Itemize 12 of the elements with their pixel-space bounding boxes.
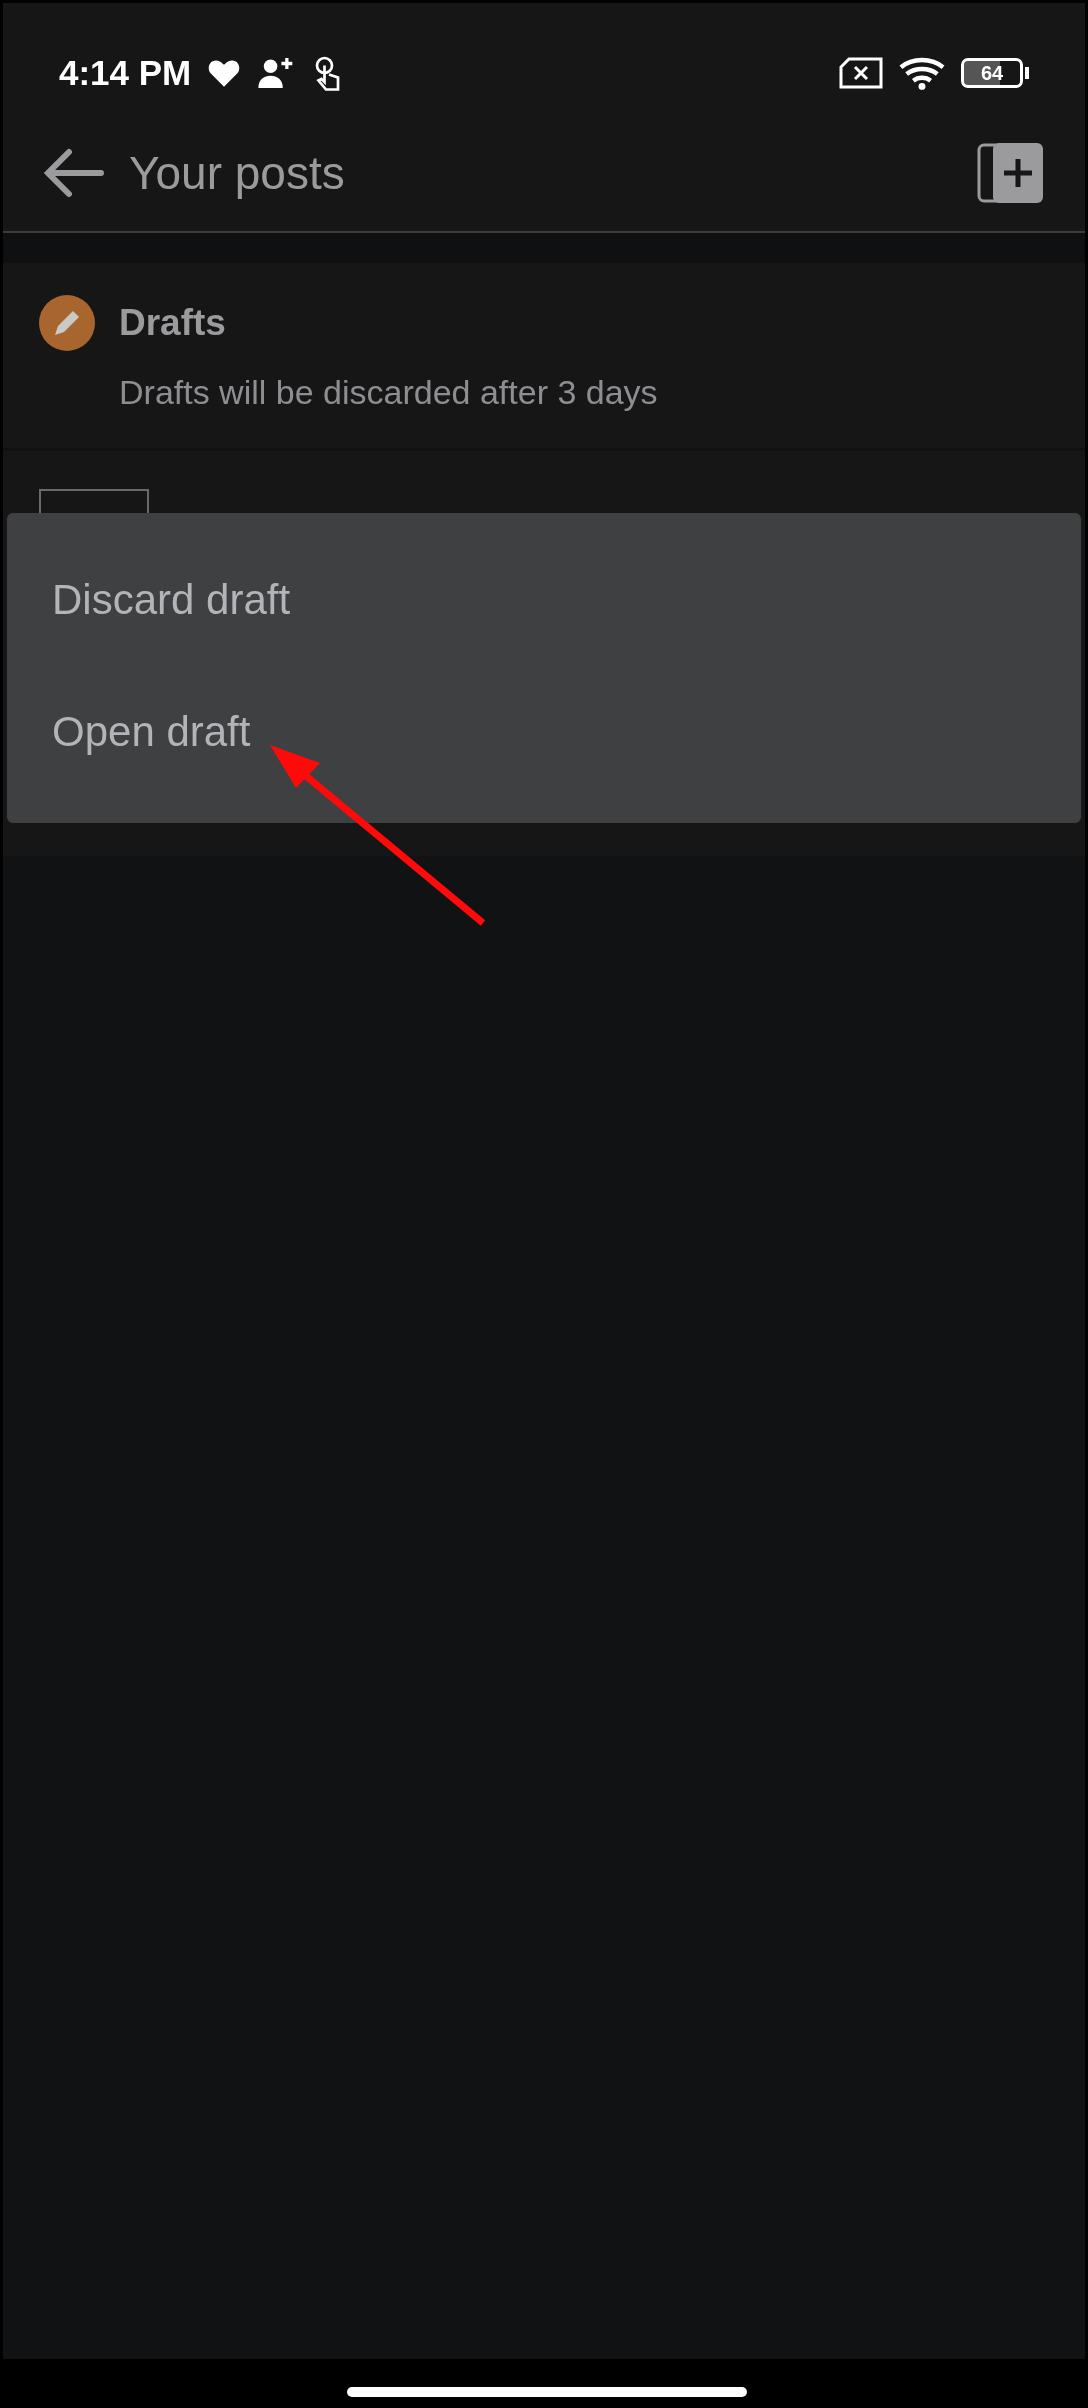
wifi-icon [899, 55, 945, 91]
menu-item[interactable]: Open draft [7, 665, 296, 797]
heart-icon [207, 58, 242, 88]
section-subtitle: Drafts will be discarded after 3 days [119, 371, 658, 413]
back-button[interactable] [43, 148, 105, 198]
no-sim-icon [839, 57, 883, 89]
status-time: 4:14 PM [59, 51, 192, 94]
section-title: Drafts [119, 301, 227, 345]
pencil-icon [39, 295, 95, 351]
new-post-button[interactable] [977, 141, 1045, 205]
screen-title: Your posts [129, 145, 345, 201]
menu-item[interactable]: Discard draft [7, 533, 336, 665]
